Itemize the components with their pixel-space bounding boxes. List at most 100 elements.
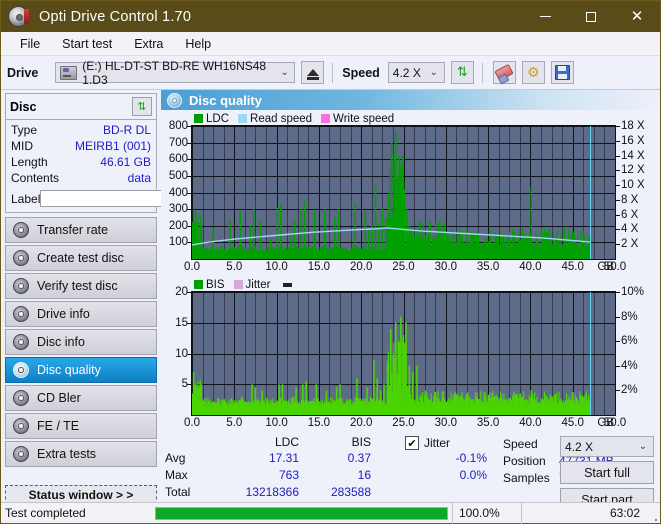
sidebar-item-cd-bler[interactable]: CD Bler bbox=[5, 385, 157, 411]
x-tick-label: 25.0 bbox=[392, 417, 415, 429]
minimize-button[interactable] bbox=[522, 1, 568, 32]
x-tick-label: 20.0 bbox=[349, 261, 373, 273]
drive-label: Drive bbox=[7, 65, 39, 80]
y2-tick bbox=[616, 365, 620, 367]
progress-bar-fill bbox=[156, 507, 447, 519]
legend-label: LDC bbox=[206, 112, 230, 125]
gears-icon: ⚙ bbox=[527, 64, 540, 81]
refresh-button[interactable]: ⇅ bbox=[450, 61, 474, 84]
status-message: Test completed bbox=[5, 506, 86, 520]
menu-item-file[interactable]: File bbox=[9, 35, 51, 53]
toolbar-divider-1 bbox=[332, 62, 334, 83]
y2-tick bbox=[616, 140, 620, 142]
y2-tick bbox=[616, 244, 620, 246]
x-tick-label: 0.0 bbox=[184, 417, 200, 429]
stats-key-max: Max bbox=[165, 468, 188, 482]
stats-ldc-avg: 17.31 bbox=[268, 451, 299, 465]
status-bar: Test completed 100.0% 63:02 bbox=[1, 502, 660, 524]
erase-button[interactable] bbox=[492, 61, 516, 84]
chart-bis-y-axis: 5 10 15 20 bbox=[161, 286, 191, 416]
sidebar-item-transfer-rate[interactable]: Transfer rate bbox=[5, 217, 157, 243]
stats-key-avg: Avg bbox=[165, 451, 186, 465]
window-title: Opti Drive Control 1.70 bbox=[39, 8, 192, 25]
panel-header: Disc quality bbox=[161, 90, 660, 110]
stats-jitter-max: 0.0% bbox=[459, 468, 487, 482]
disc-mid-key: MID bbox=[11, 139, 33, 153]
x-tick-label: 10.0 bbox=[265, 417, 288, 429]
x-tick-label: 35.0 bbox=[476, 417, 500, 429]
close-button[interactable]: ✕ bbox=[614, 1, 660, 32]
toolbar-divider-2 bbox=[481, 62, 483, 83]
x-tick-label: 30.0 bbox=[434, 261, 457, 273]
y-tick-label: 800 bbox=[168, 120, 188, 132]
chart-bis-plotrow: 5 10 15 20 2% 4% 6% 8% 10% bbox=[161, 286, 660, 416]
sidebar-item-label: Extra tests bbox=[37, 447, 97, 461]
x-tick-label: 25.0 bbox=[392, 261, 415, 273]
sidebar-item-drive-info[interactable]: Drive info bbox=[5, 301, 157, 327]
test-speed-select[interactable]: 4.2 X ⌄ bbox=[560, 436, 654, 457]
y2-tick bbox=[616, 316, 620, 318]
y2-tick bbox=[616, 341, 620, 343]
samples-key: Samples bbox=[503, 470, 550, 485]
stats-key-total: Total bbox=[165, 485, 191, 499]
disc-refresh-button[interactable]: ⇅ bbox=[132, 97, 152, 116]
y2-tick bbox=[616, 126, 620, 127]
sidebar-item-disc-info[interactable]: Disc info bbox=[5, 329, 157, 355]
save-icon bbox=[554, 65, 570, 80]
y-tick-label: 100 bbox=[168, 236, 188, 249]
disc-properties: Type BD-R DL MID MEIRB1 (001) Length 46.… bbox=[6, 120, 211, 212]
disc-panel: Disc ⇅ Type BD-R DL MID MEIRB1 (001) Len… bbox=[5, 93, 211, 213]
start-full-button[interactable]: Start full bbox=[560, 461, 654, 484]
y-tick-label: 400 bbox=[168, 186, 188, 199]
progress-bar bbox=[155, 506, 448, 520]
settings-button[interactable]: ⚙ bbox=[521, 61, 545, 84]
drive-select[interactable]: (E:) HL-DT-ST BD-RE WH16NS48 1.D3 ⌄ bbox=[55, 59, 296, 87]
y2-tick-label: 4% bbox=[621, 359, 638, 372]
maximize-button[interactable] bbox=[568, 1, 614, 32]
x-tick-label: 45.0 bbox=[561, 261, 584, 273]
disc-label-row: Label bbox=[11, 189, 211, 208]
test-speed-value: 4.2 X bbox=[565, 439, 594, 454]
sidebar-item-verify-test-disc[interactable]: Verify test disc bbox=[5, 273, 157, 299]
disc-row-mid: MID MEIRB1 (001) bbox=[11, 139, 151, 154]
menu-item-help[interactable]: Help bbox=[174, 35, 222, 53]
sidebar-item-fe-te[interactable]: FE / TE bbox=[5, 413, 157, 439]
sidebar-item-disc-quality[interactable]: Disc quality bbox=[5, 357, 157, 383]
x-axis-unit: GB bbox=[597, 261, 614, 273]
eject-button[interactable] bbox=[301, 61, 325, 84]
stats-header-bis: BIS bbox=[351, 435, 371, 449]
jitter-checkbox[interactable]: ✔ bbox=[405, 436, 419, 450]
speed-select[interactable]: 4.2 X ⌄ bbox=[387, 62, 445, 83]
y2-tick bbox=[616, 170, 620, 172]
stats-bis-total: 283588 bbox=[330, 485, 371, 499]
y2-tick bbox=[616, 199, 620, 201]
resize-grip-icon[interactable] bbox=[648, 503, 660, 524]
sidebar: Disc ⇅ Type BD-R DL MID MEIRB1 (001) Len… bbox=[1, 90, 211, 505]
maximize-icon bbox=[586, 11, 596, 22]
y2-tick-label: 10% bbox=[621, 286, 645, 298]
stats-row-keys: Avg Max Total bbox=[165, 435, 223, 502]
y2-tick-label: 2 X bbox=[621, 238, 639, 251]
speed-key: Speed bbox=[503, 436, 538, 451]
drive-toolbar: Drive (E:) HL-DT-ST BD-RE WH16NS48 1.D3 … bbox=[1, 56, 660, 90]
sidebar-item-label: CD Bler bbox=[37, 391, 81, 405]
y-tick-label: 500 bbox=[168, 169, 188, 182]
disc-icon bbox=[13, 390, 29, 406]
chart-ldc-plot[interactable] bbox=[191, 125, 616, 260]
legend-item-bis: BIS bbox=[194, 279, 225, 291]
sidebar-item-extra-tests[interactable]: Extra tests bbox=[5, 441, 157, 467]
drive-select-value: (E:) HL-DT-ST BD-RE WH16NS48 1.D3 bbox=[82, 58, 267, 87]
save-button[interactable] bbox=[550, 61, 574, 84]
y2-tick-label: 6% bbox=[621, 335, 638, 348]
menu-bar: File Start test Extra Help bbox=[1, 32, 660, 56]
disc-row-type: Type BD-R DL bbox=[11, 123, 151, 138]
x-axis-unit: GB bbox=[597, 417, 614, 429]
menu-item-extra[interactable]: Extra bbox=[123, 35, 174, 53]
menu-item-start-test[interactable]: Start test bbox=[51, 35, 123, 53]
chevron-down-icon: ⌄ bbox=[638, 441, 648, 452]
chart-cursor bbox=[589, 126, 592, 259]
chart-bis-plot[interactable] bbox=[191, 291, 616, 416]
x-tick-label: 5.0 bbox=[226, 261, 243, 273]
legend-item-write-speed: Write speed bbox=[321, 113, 394, 125]
sidebar-item-create-test-disc[interactable]: Create test disc bbox=[5, 245, 157, 271]
